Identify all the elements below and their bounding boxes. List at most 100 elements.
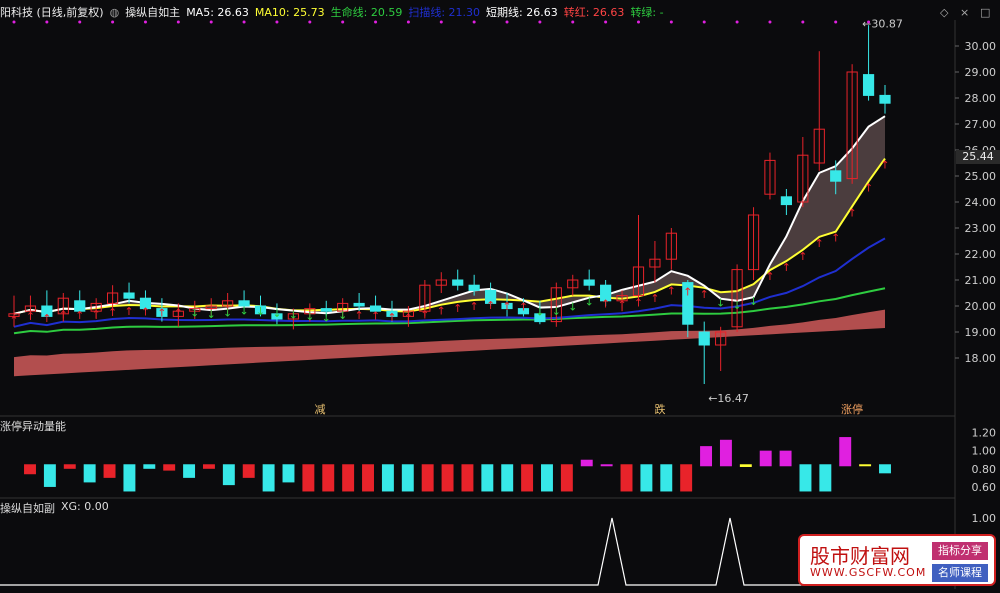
vol-bar: [143, 464, 156, 469]
top-marker-dot: [111, 20, 115, 24]
signal-arrow: ↑: [437, 305, 446, 318]
maximize-icon[interactable]: □: [980, 6, 990, 19]
osc-axis-label: 1.00: [972, 512, 997, 525]
price-tick-label: 20.00: [965, 300, 997, 313]
signal-arrow: ↓: [239, 305, 248, 318]
top-marker-dot: [78, 20, 82, 24]
vol-bar: [739, 464, 752, 467]
vol-bar: [501, 464, 514, 492]
signal-arrow: ↓: [207, 308, 216, 321]
price-tick-label: 24.00: [965, 196, 997, 209]
top-marker-dot: [143, 20, 147, 24]
signal-arrow: ↑: [683, 285, 692, 298]
top-marker-dot: [12, 20, 16, 24]
vol-bar: [302, 464, 315, 492]
watermark-badge-course: 名师课程: [932, 564, 988, 582]
signal-arrow: ↑: [124, 305, 133, 318]
signal-arrow: ↑: [782, 261, 791, 274]
chart-canvas: 30.0029.0028.0027.0026.0025.0024.0023.00…: [0, 17, 997, 589]
vol-panel-title[interactable]: 涨停异动量能: [0, 418, 66, 434]
top-marker-dot: [209, 20, 213, 24]
vol-bar: [859, 464, 872, 467]
vol-bar: [43, 464, 56, 487]
top-marker-dot: [176, 20, 180, 24]
top-marker-dot: [768, 20, 772, 24]
top-marker-dot: [571, 20, 575, 24]
vol-bar: [600, 464, 613, 467]
vol-bar: [381, 464, 394, 492]
high-annotation: ←30.87: [862, 17, 903, 30]
signal-arrow: ↓: [749, 295, 758, 308]
top-marker-dot: [636, 20, 640, 24]
vol-bar: [580, 459, 593, 467]
signal-arrow: ↑: [831, 232, 840, 245]
signal-arrow: ↑: [108, 306, 117, 319]
signal-arrow: ↓: [190, 307, 199, 320]
signal-arrow: ↑: [420, 309, 429, 322]
vol-bar: [799, 464, 812, 492]
vol-bar: [719, 439, 732, 467]
vol-bar: [421, 464, 434, 492]
life-line-value: 生命线: 20.59: [330, 6, 403, 19]
signal-arrow: ↑: [470, 300, 479, 313]
turn-red-value: 转红: 26.63: [563, 6, 625, 19]
vol-bar: [819, 464, 832, 492]
short-line-value: 短期线: 26.63: [486, 6, 558, 19]
signal-arrow: ↑: [700, 288, 709, 301]
candle-body: [862, 74, 875, 96]
vol-bar: [24, 464, 36, 475]
signal-arrow: ↑: [486, 299, 495, 312]
watermark-title: 股市财富网: [810, 544, 910, 568]
signal-arrow: ↑: [157, 307, 166, 320]
signal-arrow: ↑: [26, 310, 35, 323]
signal-arrow: ↑: [371, 309, 380, 322]
stock-title[interactable]: 阳科技 (日线,前复权): [0, 4, 104, 20]
diamond-icon[interactable]: ◇: [940, 6, 948, 19]
vol-axis-label: 1.00: [972, 445, 997, 458]
signal-arrow: ↑: [387, 311, 396, 324]
chart-stage: 30.0029.0028.0027.0026.0025.0024.0023.00…: [0, 0, 1000, 589]
top-marker-dot: [308, 20, 312, 24]
vol-bar: [481, 464, 494, 492]
signal-arrow: ↑: [815, 237, 824, 250]
signal-arrow: ↓: [322, 311, 331, 324]
candle-body: [698, 331, 710, 346]
signal-arrow: ↑: [75, 309, 84, 322]
top-marker-dot: [604, 20, 608, 24]
vol-bar: [879, 464, 891, 474]
price-tick-label: 30.00: [965, 40, 997, 53]
candle-body: [780, 196, 792, 206]
vol-bar: [202, 464, 215, 469]
signal-label: 跌: [655, 402, 666, 416]
top-marker-dot: [341, 20, 345, 24]
indicator-name[interactable]: 操纵自如主: [125, 4, 180, 20]
close-icon[interactable]: ×: [960, 6, 969, 19]
osc-panel-title[interactable]: 操纵自如副: [0, 500, 55, 516]
settings-icon[interactable]: ◍: [110, 6, 120, 19]
vol-bar: [640, 464, 653, 492]
price-tick-label: 29.00: [965, 66, 997, 79]
signal-arrow: ↑: [9, 314, 18, 327]
price-tick-label: 19.00: [965, 326, 997, 339]
vol-bar: [242, 464, 255, 478]
vol-bar: [362, 464, 374, 492]
candle-body: [353, 302, 365, 307]
signal-arrow: ↑: [174, 306, 183, 319]
signal-arrow: ↑: [355, 309, 364, 322]
signal-arrow: ↓: [568, 300, 577, 313]
top-marker-dot: [834, 20, 838, 24]
signal-arrow: ↓: [272, 307, 281, 320]
signal-arrow: ↓: [256, 305, 265, 318]
watermark-badge-share: 指标分享: [932, 542, 988, 560]
price-tick-label: 27.00: [965, 118, 997, 131]
signal-arrow: ↑: [502, 300, 511, 313]
signal-arrow: ↑: [601, 298, 610, 311]
vol-bar: [660, 464, 673, 492]
ma10-value: MA10: 25.73: [254, 5, 325, 19]
top-marker-dot: [801, 20, 805, 24]
watermark-logo: 股市财富网 WWW.GSCFW.COM 指标分享 名师课程: [798, 534, 996, 586]
signal-arrow: ↓: [289, 309, 298, 322]
vol-bar: [401, 464, 414, 492]
vol-bar: [63, 464, 76, 469]
vol-bar: [541, 464, 553, 492]
